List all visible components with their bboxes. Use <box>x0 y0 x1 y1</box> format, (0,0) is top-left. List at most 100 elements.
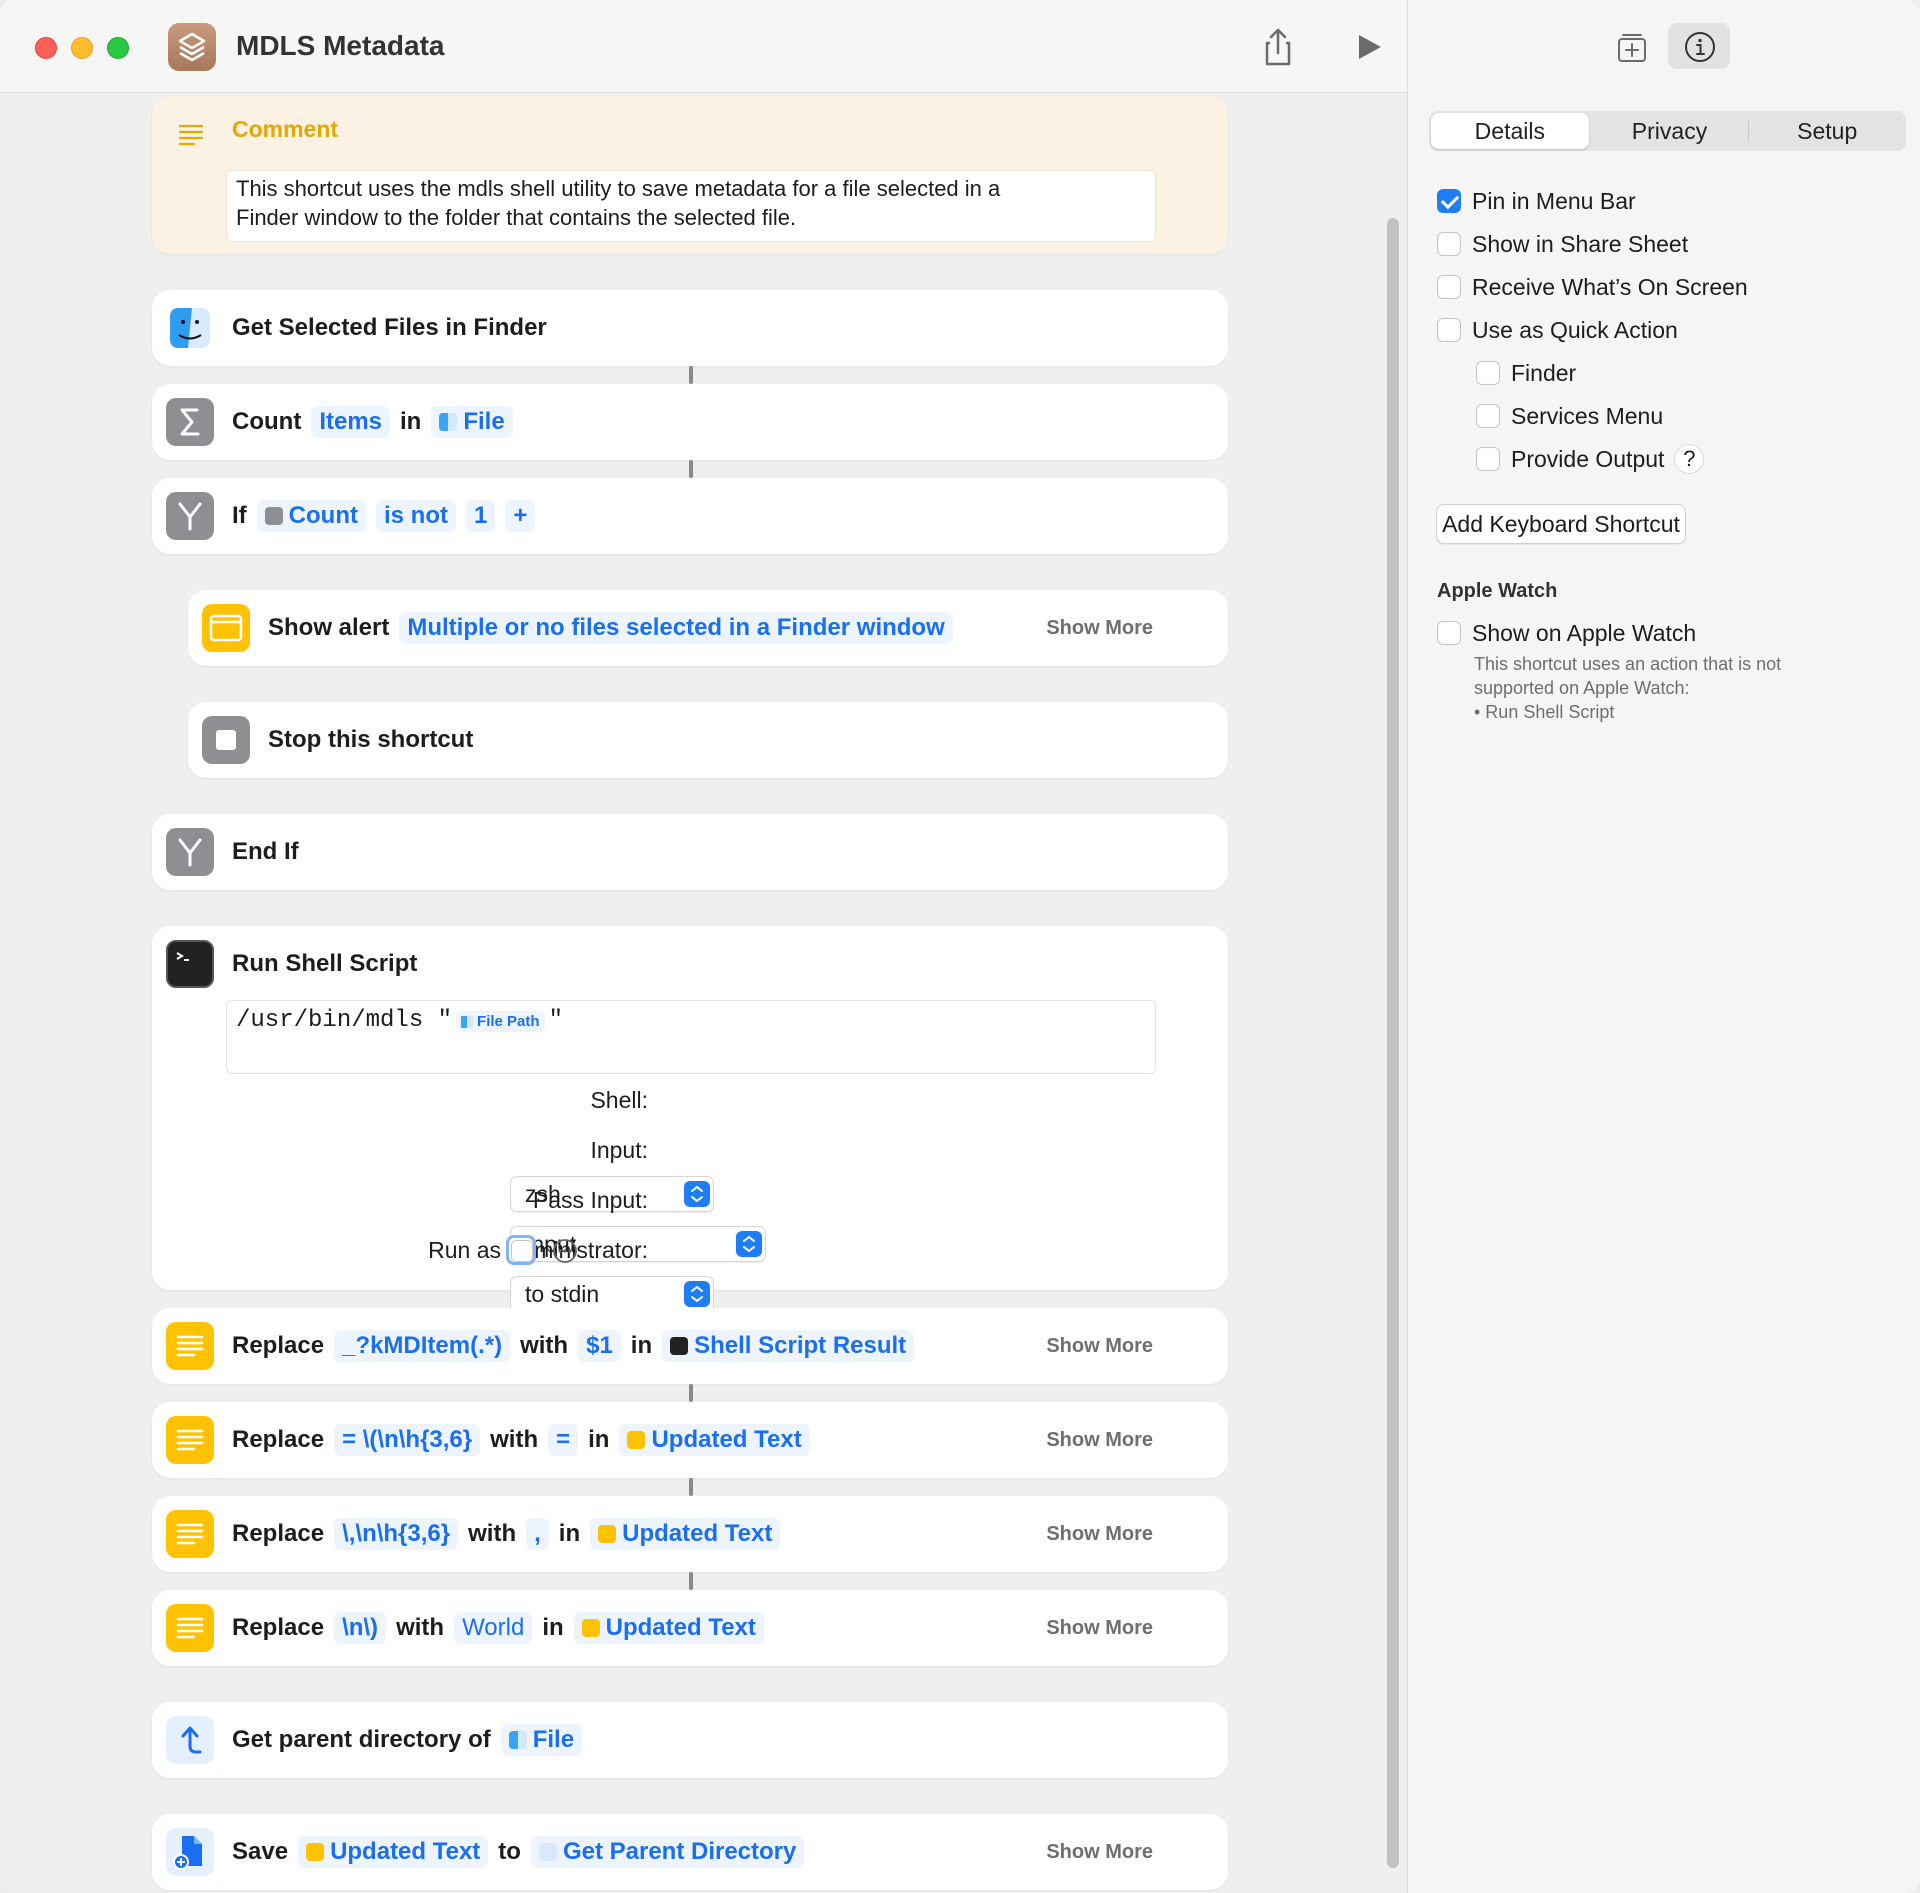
tab-details[interactable]: Details <box>1431 113 1589 149</box>
parent-directory-icon <box>166 1716 214 1764</box>
minimize-window-button[interactable] <box>71 37 93 59</box>
replacement-token[interactable]: = <box>548 1424 579 1456</box>
action-label: Get Selected Files in Finder <box>232 314 547 341</box>
file-variable-token[interactable]: File <box>431 406 513 438</box>
use-as-quick-action-option[interactable]: Use as Quick Action <box>1437 314 1678 346</box>
shell-result-variable-token[interactable]: Shell Script Result <box>662 1330 915 1362</box>
show-more-button[interactable]: Show More <box>1046 1308 1153 1384</box>
replace-text-action[interactable]: Replace \,\n\h{3,6} with , in Updated Te… <box>152 1496 1228 1572</box>
find-pattern-token[interactable]: \n\) <box>334 1612 387 1644</box>
shortcut-icon[interactable] <box>168 23 216 71</box>
updated-text-variable-token[interactable]: Updated Text <box>619 1424 810 1456</box>
alert-window-icon <box>202 604 250 652</box>
replace-verb: Replace <box>232 1332 325 1359</box>
with-label: with <box>520 1332 569 1359</box>
value-token[interactable]: 1 <box>465 500 496 532</box>
info-button[interactable] <box>1668 23 1730 69</box>
finder-mini-icon <box>508 1731 527 1749</box>
count-action[interactable]: Count Items in File <box>152 384 1228 460</box>
action-library-button[interactable] <box>1600 23 1662 69</box>
checkbox[interactable] <box>1476 361 1500 385</box>
replace-text-action[interactable]: Replace _?kMDItem(.*) with $1 in Shell S… <box>152 1308 1228 1384</box>
add-condition-button[interactable]: + <box>505 500 536 532</box>
run-button[interactable] <box>1346 24 1392 70</box>
show-more-button[interactable]: Show More <box>1046 590 1153 666</box>
in-label: in <box>400 408 422 435</box>
services-menu-option[interactable]: Services Menu <box>1476 400 1663 432</box>
close-window-button[interactable] <box>35 37 57 59</box>
find-pattern-token[interactable]: _?kMDItem(.*) <box>334 1330 511 1362</box>
comment-text-line: This shortcut uses the mdls shell utilit… <box>236 176 1001 201</box>
sidebar-tabs: Details Privacy Setup <box>1429 111 1906 151</box>
get-parent-directory-action[interactable]: Get parent directory of File <box>152 1702 1228 1778</box>
save-file-action[interactable]: Save Updated Text to Get Parent Director… <box>152 1814 1228 1890</box>
flow-connector <box>689 1572 693 1590</box>
replacement-token[interactable]: $1 <box>578 1330 621 1362</box>
pin-in-menu-bar-option[interactable]: Pin in Menu Bar <box>1437 185 1636 217</box>
show-more-button[interactable]: Show More <box>1046 1402 1153 1478</box>
info-icon <box>1685 32 1715 62</box>
show-more-button[interactable]: Show More <box>1046 1496 1153 1572</box>
count-type-token[interactable]: Items <box>311 406 391 438</box>
help-button[interactable]: ? <box>1674 444 1705 474</box>
alert-verb: Show alert <box>268 614 390 641</box>
add-keyboard-shortcut-button[interactable]: Add Keyboard Shortcut <box>1436 504 1686 544</box>
option-label: Receive What’s On Screen <box>1472 273 1748 300</box>
comment-action[interactable]: Comment This shortcut uses the mdls shel… <box>152 96 1228 254</box>
option-label: Show on Apple Watch <box>1472 619 1697 646</box>
comment-title: Comment <box>232 116 339 142</box>
replacement-placeholder-token[interactable]: World <box>454 1612 533 1644</box>
finder-mini-icon <box>439 413 458 431</box>
if-action[interactable]: If Count is not 1 + <box>152 478 1228 554</box>
option-label: Services Menu <box>1511 402 1664 429</box>
share-button[interactable] <box>1255 24 1301 70</box>
condition-token[interactable]: is not <box>375 500 456 532</box>
comment-text-field[interactable]: This shortcut uses the mdls shell utilit… <box>226 170 1156 242</box>
show-on-apple-watch-option[interactable]: Show on Apple Watch <box>1437 617 1696 649</box>
checkbox[interactable] <box>1437 189 1461 213</box>
alert-message-token[interactable]: Multiple or no files selected in a Finde… <box>399 612 953 644</box>
zoom-window-button[interactable] <box>107 37 129 59</box>
if-verb: If <box>232 502 247 529</box>
replace-text-action[interactable]: Replace = \(\n\h{3,6} with = in Updated … <box>152 1402 1228 1478</box>
token-label: File <box>532 1726 575 1753</box>
find-pattern-token[interactable]: \,\n\h{3,6} <box>334 1518 459 1550</box>
updated-text-variable-token[interactable]: Updated Text <box>573 1612 764 1644</box>
parent-directory-variable-token[interactable]: Get Parent Directory <box>530 1836 805 1868</box>
checkbox[interactable] <box>1437 318 1461 342</box>
checkbox[interactable] <box>1437 275 1461 299</box>
provide-output-option[interactable]: Provide Output ? <box>1476 443 1705 475</box>
checkbox[interactable] <box>1476 404 1500 428</box>
stop-shortcut-action[interactable]: Stop this shortcut <box>188 702 1228 778</box>
note-line: supported on Apple Watch: <box>1474 678 1690 698</box>
checkbox[interactable] <box>1437 621 1461 645</box>
file-variable-token[interactable]: File <box>500 1724 583 1756</box>
updated-text-variable-token[interactable]: Updated Text <box>298 1836 489 1868</box>
updated-text-variable-token[interactable]: Updated Text <box>590 1518 781 1550</box>
show-in-share-sheet-option[interactable]: Show in Share Sheet <box>1437 228 1688 260</box>
show-more-button[interactable]: Show More <box>1046 1590 1153 1666</box>
checkbox[interactable] <box>1476 447 1500 471</box>
tab-privacy[interactable]: Privacy <box>1591 111 1749 151</box>
replacement-token[interactable]: , <box>526 1518 549 1550</box>
finder-option[interactable]: Finder <box>1476 357 1576 389</box>
share-icon <box>1265 28 1291 66</box>
editor-scrollbar[interactable] <box>1387 218 1399 1868</box>
find-pattern-token[interactable]: = \(\n\h{3,6} <box>334 1424 481 1456</box>
show-alert-action[interactable]: Show alert Multiple or no files selected… <box>188 590 1228 666</box>
tab-setup[interactable]: Setup <box>1748 111 1906 151</box>
more-options-icon[interactable] <box>552 1238 578 1264</box>
token-label: Count <box>288 502 358 529</box>
get-selected-files-action[interactable]: Get Selected Files in Finder <box>152 290 1228 366</box>
count-variable-token[interactable]: Count <box>256 500 366 532</box>
text-icon <box>166 1604 214 1652</box>
receive-whats-on-screen-option[interactable]: Receive What’s On Screen <box>1437 271 1748 303</box>
end-if-action[interactable]: End If <box>152 814 1228 890</box>
run-as-admin-checkbox[interactable] <box>506 1235 536 1265</box>
input-label: Input: <box>590 1137 648 1163</box>
action-label: End If <box>232 838 299 865</box>
window-title: MDLS Metadata <box>236 30 445 61</box>
replace-text-action[interactable]: Replace \n\) with World in Updated Text … <box>152 1590 1228 1666</box>
show-more-button[interactable]: Show More <box>1046 1814 1153 1890</box>
checkbox[interactable] <box>1437 232 1461 256</box>
